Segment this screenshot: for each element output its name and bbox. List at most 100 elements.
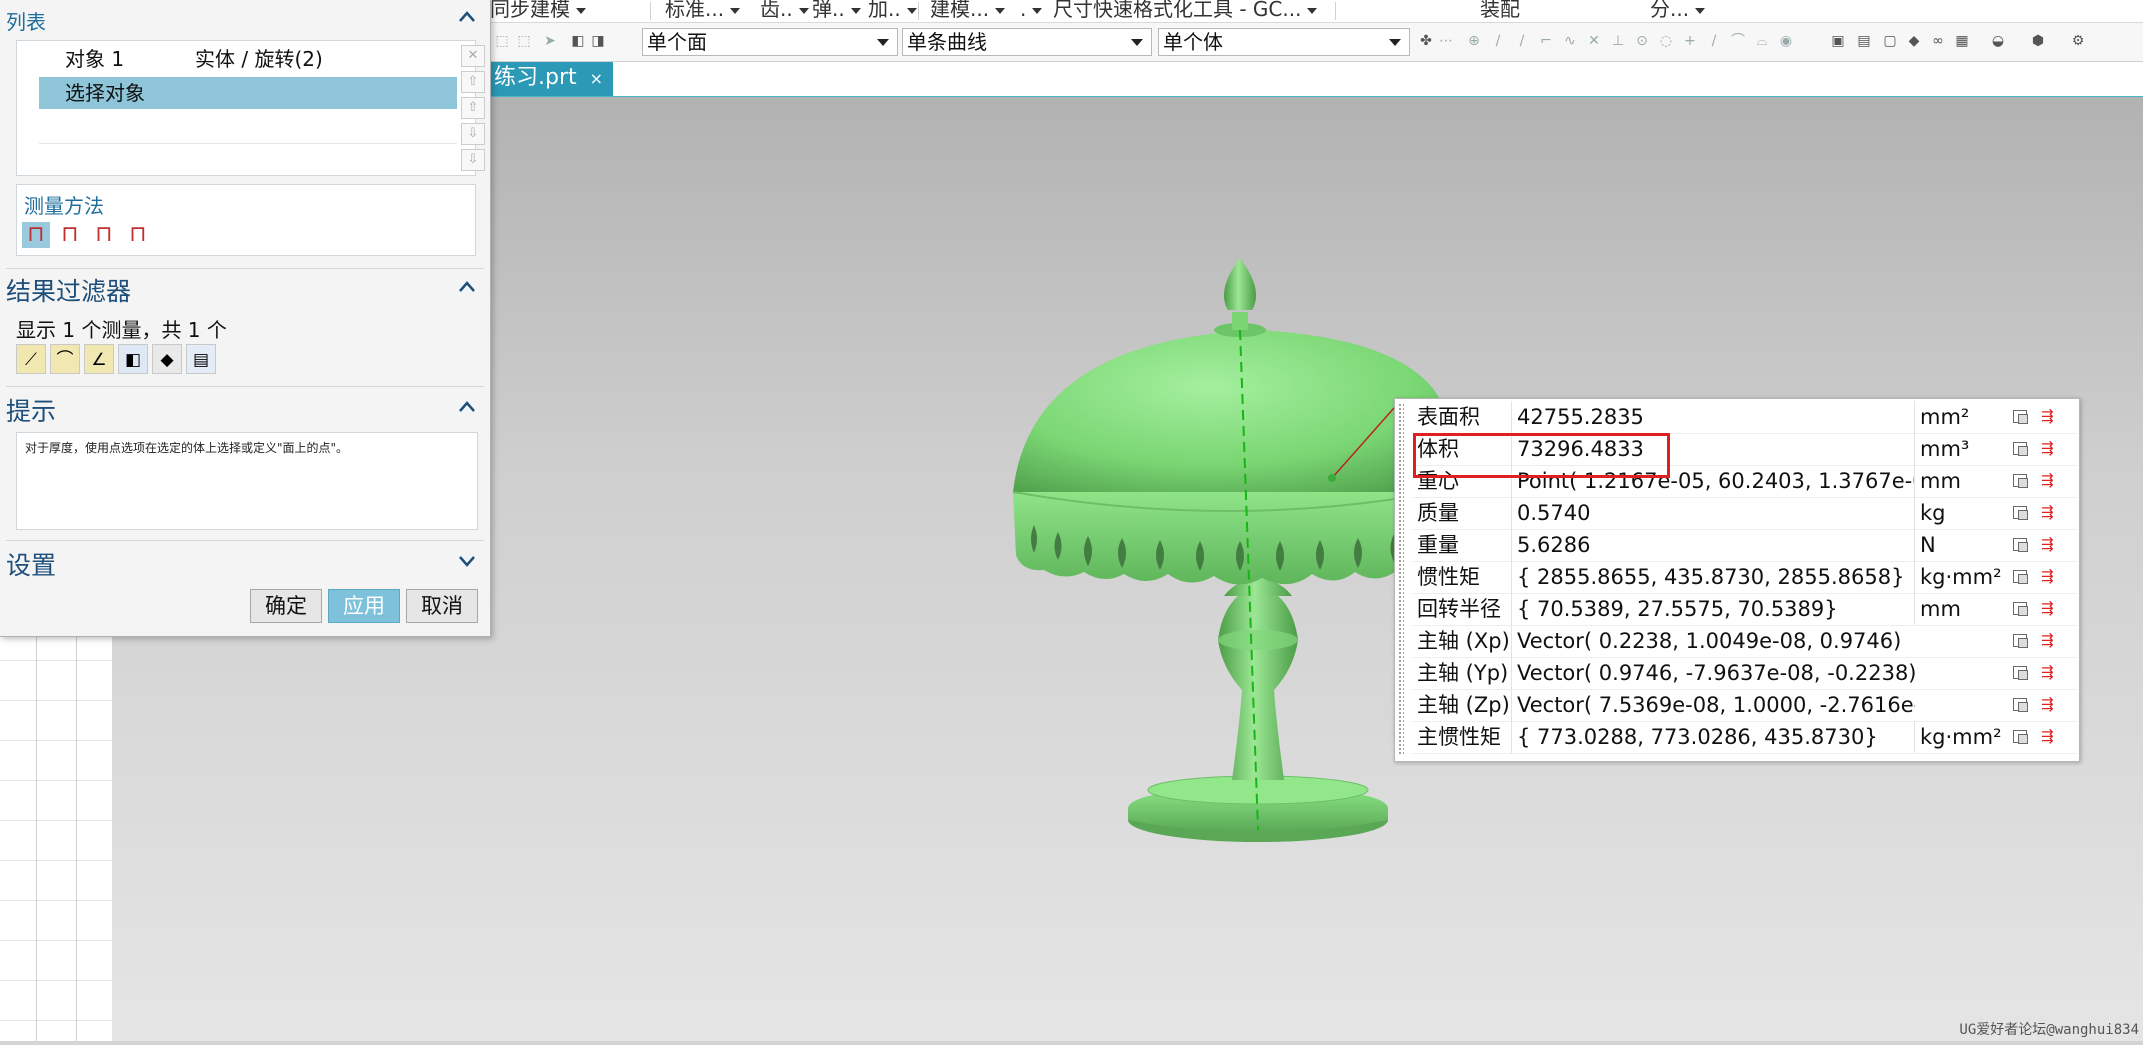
remove-icon[interactable]: ✕	[461, 45, 485, 67]
ribbon-dim-format-tool[interactable]: 尺寸快速格式化工具 - GC...	[1053, 0, 1318, 22]
drag-handle[interactable]	[1398, 403, 1404, 755]
snap-quadrant-icon[interactable]: ◌	[1658, 33, 1674, 49]
filter-distance-icon[interactable]: ⟋	[16, 344, 46, 374]
curve-rule-dropdown[interactable]: 单条曲线	[902, 28, 1152, 56]
result-row[interactable]: 主轴 (Xp) Vector( 0.2238, 1.0049e-08, 0.974…	[1413, 625, 2077, 658]
method-distance-icon[interactable]: ⊓	[56, 222, 84, 248]
ribbon-sync-modeling[interactable]: 同步建模	[490, 0, 586, 22]
ribbon-spring[interactable]: 弹..	[812, 0, 861, 22]
ribbon-gear[interactable]: 齿..	[760, 0, 809, 22]
filter-table-icon[interactable]: ▤	[186, 344, 216, 374]
ribbon-assembly[interactable]: 装配	[1480, 0, 1520, 22]
move-bottom-icon[interactable]: ⇩	[461, 149, 485, 171]
copy-icon[interactable]	[2013, 538, 2028, 552]
export-icon[interactable]: ⇶	[2041, 471, 2054, 489]
snap-exist-icon[interactable]: +	[1682, 33, 1698, 49]
export-icon[interactable]: ⇶	[2041, 727, 2054, 745]
select-options-icon[interactable]: ⬚	[516, 33, 532, 49]
snap-perp-icon[interactable]: ⊥	[1610, 33, 1626, 49]
pointer-icon[interactable]: ➤	[542, 33, 558, 49]
document-tab[interactable]: 练习.prt ×	[490, 62, 614, 96]
move-up-icon[interactable]: ⇧	[461, 97, 485, 119]
snap-intersect-icon[interactable]: ✕	[1586, 33, 1602, 49]
snap-point-icon[interactable]: ⊕	[1466, 33, 1482, 49]
shaded-cube-icon[interactable]: ⬢	[2030, 33, 2046, 49]
expand-chevron-icon[interactable]	[458, 552, 476, 570]
collapse-chevron-icon[interactable]	[458, 398, 476, 416]
copy-icon[interactable]	[2013, 666, 2028, 680]
view-link-icon[interactable]: ∞	[1930, 33, 1946, 49]
copy-icon[interactable]	[2013, 602, 2028, 616]
copy-icon[interactable]	[2013, 474, 2028, 488]
filter-angle-icon[interactable]: ∠	[84, 344, 114, 374]
view-settings-icon[interactable]: ⚙	[2070, 33, 2086, 49]
settings-header[interactable]: 设置	[6, 546, 484, 582]
block-icon[interactable]: ◧	[570, 33, 586, 49]
ribbon-more[interactable]: .	[1020, 0, 1043, 22]
face-rule-dropdown[interactable]: 单个面	[642, 28, 898, 56]
copy-icon[interactable]	[2013, 442, 2028, 456]
ribbon-machining[interactable]: 加..	[868, 0, 917, 22]
view-orient-icon[interactable]: ▣	[1830, 33, 1846, 49]
result-row[interactable]: 主轴 (Zp) Vector( 7.5369e-08, 1.0000, -2.76…	[1413, 689, 2077, 722]
export-icon[interactable]: ⇶	[2041, 439, 2054, 457]
view-frame-icon[interactable]: ▦	[1954, 33, 1970, 49]
list-row[interactable]: 对象 1 实体 / 旋转(2)	[39, 43, 457, 75]
copy-icon[interactable]	[2013, 570, 2028, 584]
snap-center-icon[interactable]: ⊙	[1634, 33, 1650, 49]
render-style-icon[interactable]: ◒	[1990, 33, 2006, 49]
method-span-icon[interactable]: ⊓	[90, 222, 118, 248]
list-section-header[interactable]: 列表	[6, 6, 484, 35]
snap-curve-icon[interactable]: ⌐	[1538, 33, 1554, 49]
select-icon[interactable]: ⬚	[494, 33, 510, 49]
copy-icon[interactable]	[2013, 506, 2028, 520]
filter-volume-icon[interactable]: ◆	[152, 344, 182, 374]
result-row[interactable]: 主惯性矩 { 773.0288, 773.0286, 435.8730} kg·mm…	[1413, 721, 2077, 754]
list-row-selected[interactable]: 选择对象	[39, 77, 457, 109]
more-icon[interactable]: ⋯	[1438, 33, 1454, 49]
export-icon[interactable]: ⇶	[2041, 663, 2054, 681]
move-top-icon[interactable]: ⇧	[461, 71, 485, 93]
filter-area-icon[interactable]: ◧	[118, 344, 148, 374]
result-row[interactable]: 回转半径 { 70.5389, 27.5575, 70.5389} mm ⇶	[1413, 593, 2077, 626]
ribbon-modeling[interactable]: 建模...	[930, 0, 1006, 22]
ok-button[interactable]: 确定	[250, 589, 322, 623]
method-thickness-icon[interactable]: ⊓	[22, 222, 50, 248]
method-depth-icon[interactable]: ⊓	[124, 222, 152, 248]
snap-visible-icon[interactable]: ◉	[1778, 33, 1794, 49]
cancel-button[interactable]: 取消	[406, 589, 478, 623]
view-zoom-icon[interactable]: ▢	[1882, 33, 1898, 49]
collapse-chevron-icon[interactable]	[458, 8, 476, 26]
snap-line-icon[interactable]: ∕	[1706, 33, 1722, 49]
copy-icon[interactable]	[2013, 730, 2028, 744]
filter-curve-icon[interactable]: ⌒	[50, 344, 80, 374]
view-fit-icon[interactable]: ▤	[1856, 33, 1872, 49]
export-icon[interactable]: ⇶	[2041, 535, 2054, 553]
export-icon[interactable]: ⇶	[2041, 631, 2054, 649]
export-icon[interactable]: ⇶	[2041, 503, 2054, 521]
snap-end-icon[interactable]: ∕	[1490, 33, 1506, 49]
result-row[interactable]: 惯性矩 { 2855.8655, 435.8730, 2855.8658} kg·m…	[1413, 561, 2077, 594]
copy-icon[interactable]	[2013, 410, 2028, 424]
collapse-chevron-icon[interactable]	[458, 278, 476, 296]
snap-face-icon[interactable]: ⌒	[1730, 33, 1746, 49]
result-filter-header[interactable]: 结果过滤器	[6, 272, 484, 308]
close-tab-icon[interactable]: ×	[590, 69, 603, 88]
body-rule-dropdown[interactable]: 单个体	[1158, 28, 1410, 56]
hint-header[interactable]: 提示	[6, 392, 484, 428]
export-icon[interactable]: ⇶	[2041, 599, 2054, 617]
copy-icon[interactable]	[2013, 634, 2028, 648]
result-row[interactable]: 质量 0.5740 kg ⇶	[1413, 497, 2077, 530]
result-row[interactable]: 主轴 (Yp) Vector( 0.9746, -7.9637e-08, -0.2…	[1413, 657, 2077, 690]
snap-mid-icon[interactable]: ∕	[1514, 33, 1530, 49]
snap-bound-icon[interactable]: ⌓	[1754, 33, 1770, 49]
result-row[interactable]: 重量 5.6286 N ⇶	[1413, 529, 2077, 562]
view-shade-icon[interactable]: ◆	[1906, 33, 1922, 49]
ribbon-standard[interactable]: 标准...	[665, 0, 741, 22]
export-icon[interactable]: ⇶	[2041, 695, 2054, 713]
apply-button[interactable]: 应用	[328, 589, 400, 623]
snap-settings-icon[interactable]: ✤	[1418, 33, 1434, 49]
snap-tangent-icon[interactable]: ∿	[1562, 33, 1578, 49]
export-icon[interactable]: ⇶	[2041, 567, 2054, 585]
move-down-icon[interactable]: ⇩	[461, 123, 485, 145]
